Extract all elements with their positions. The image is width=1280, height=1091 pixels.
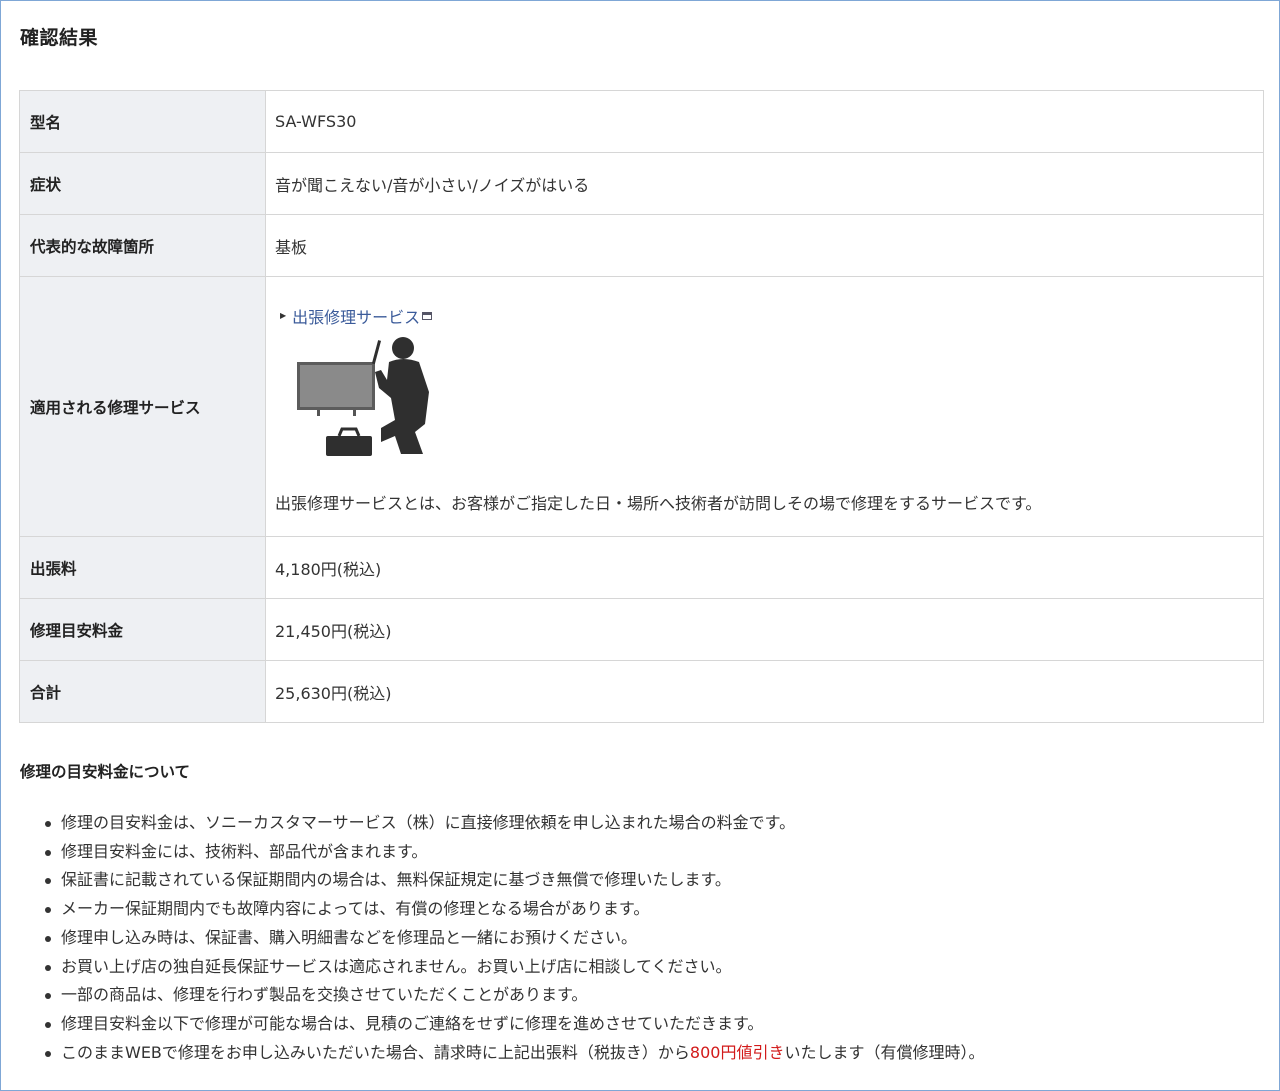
list-item: 一部の商品は、修理を行わず製品を交換させていただくことがあります。	[43, 981, 1243, 1010]
table-row: 代表的な故障箇所 基板	[19, 214, 1264, 277]
bullet-dot-icon	[45, 1021, 51, 1028]
bullet-dot-icon	[45, 964, 51, 971]
row-label: 適用される修理サービス	[19, 276, 266, 537]
bullet-dot-icon	[45, 849, 51, 856]
bullet-dot-icon	[45, 821, 51, 827]
table-row-service: 適用される修理サービス ▶ 出張修理サービス 出張修理サービスとは、お客様がご指…	[19, 276, 1264, 537]
service-link-row: ▶ 出張修理サービス	[275, 304, 1263, 328]
result-table: 型名 SA-WFS30 症状 音が聞こえない/音が小さい/ノイズがはいる 代表的…	[19, 90, 1264, 723]
row-value: 4,180円(税込)	[265, 536, 1264, 599]
technician-tv-illustration	[297, 336, 429, 456]
row-label: 型名	[19, 90, 266, 153]
tv-screen	[300, 364, 372, 407]
note-text-before: このままWEBで修理をお申し込みいただいた場合、請求時に上記出張料（税抜き）から	[61, 1042, 690, 1062]
note-text: 修理目安料金以下で修理が可能な場合は、見積のご連絡をせずに修理を進めさせていただ…	[61, 1013, 764, 1033]
row-value: 21,450円(税込)	[265, 598, 1264, 661]
note-text: 修理申し込み時は、保証書、購入明細書などを修理品と一緒にお預けください。	[61, 927, 638, 947]
page-title: 確認結果	[20, 27, 99, 49]
list-item: このままWEBで修理をお申し込みいただいた場合、請求時に上記出張料（税抜き）から…	[43, 1039, 1243, 1068]
note-text: 一部の商品は、修理を行わず製品を交換させていただくことがあります。	[61, 985, 588, 1005]
table-row: 症状 音が聞こえない/音が小さい/ノイズがはいる	[19, 152, 1264, 215]
bullet-dot-icon	[45, 1050, 51, 1057]
row-value: 25,630円(税込)	[265, 660, 1264, 723]
table-row: 出張料 4,180円(税込)	[19, 536, 1264, 599]
row-label: 修理目安料金	[19, 598, 266, 661]
note-text: 保証書に記載されている保証期間内の場合は、無料保証規定に基づき無償で修理いたしま…	[61, 870, 731, 890]
list-item: メーカー保証期間内でも故障内容によっては、有償の修理となる場合があります。	[43, 895, 1243, 924]
row-label: 症状	[19, 152, 266, 215]
row-label: 出張料	[19, 536, 266, 599]
toolbox	[326, 435, 372, 456]
note-text: メーカー保証期間内でも故障内容によっては、有償の修理となる場合があります。	[61, 899, 650, 919]
row-value: 音が聞こえない/音が小さい/ノイズがはいる	[265, 152, 1264, 215]
row-label: 合計	[19, 660, 266, 723]
tv-leg-left	[317, 409, 320, 416]
row-value: SA-WFS30	[265, 90, 1264, 153]
notes-list: 修理の目安料金は、ソニーカスタマーサービス（株）に直接修理依頼を申し込まれた場合…	[43, 809, 1243, 1067]
tv-leg-right	[353, 409, 356, 416]
tool-in-hand	[371, 339, 382, 364]
triangle-bullet-icon: ▶	[280, 311, 287, 320]
onsite-repair-service-link[interactable]: 出張修理サービス	[292, 304, 420, 328]
technician-body	[375, 358, 429, 454]
row-label: 代表的な故障箇所	[19, 214, 266, 277]
service-cell: ▶ 出張修理サービス 出張修理サービスとは、お客様がご指定した日・場所へ技術者が…	[265, 276, 1264, 537]
technician-head	[392, 336, 414, 359]
page-frame: 確認結果 型名 SA-WFS30 症状 音が聞こえない/音が小さい/ノイズがはい…	[0, 0, 1280, 1091]
bullet-dot-icon	[45, 878, 51, 885]
bullet-dot-icon	[45, 993, 51, 1000]
note-text: 修理の目安料金は、ソニーカスタマーサービス（株）に直接修理依頼を申し込まれた場合…	[61, 813, 796, 832]
note-text: 修理目安料金には、技術料、部品代が含まれます。	[61, 841, 428, 861]
note-text: お買い上げ店の独自延長保証サービスは適応されません。お買い上げ店に相談してくださ…	[61, 956, 732, 976]
list-item: 修理の目安料金は、ソニーカスタマーサービス（株）に直接修理依頼を申し込まれた場合…	[43, 809, 1243, 838]
list-item: 保証書に記載されている保証期間内の場合は、無料保証規定に基づき無償で修理いたしま…	[43, 866, 1243, 895]
row-value: 基板	[265, 214, 1264, 277]
bullet-dot-icon	[45, 907, 51, 914]
table-row: 修理目安料金 21,450円(税込)	[19, 598, 1264, 661]
external-window-icon	[422, 311, 433, 320]
note-text-after: いたします（有償修理時）。	[784, 1042, 985, 1062]
service-description: 出張修理サービスとは、お客様がご指定した日・場所へ技術者が訪問しその場で修理をす…	[275, 493, 1042, 513]
table-row: 合計 25,630円(税込)	[19, 660, 1264, 723]
notes-title: 修理の目安料金について	[20, 763, 191, 781]
list-item: お買い上げ店の独自延長保証サービスは適応されません。お買い上げ店に相談してくださ…	[43, 953, 1243, 982]
list-item: 修理目安料金には、技術料、部品代が含まれます。	[43, 838, 1243, 867]
list-item: 修理目安料金以下で修理が可能な場合は、見積のご連絡をせずに修理を進めさせていただ…	[43, 1010, 1243, 1039]
toolbox-handle	[337, 427, 361, 437]
bullet-dot-icon	[45, 935, 51, 942]
table-row: 型名 SA-WFS30	[19, 90, 1264, 153]
discount-highlight: 800円値引き	[689, 1042, 785, 1062]
list-item: 修理申し込み時は、保証書、購入明細書などを修理品と一緒にお預けください。	[43, 924, 1243, 953]
